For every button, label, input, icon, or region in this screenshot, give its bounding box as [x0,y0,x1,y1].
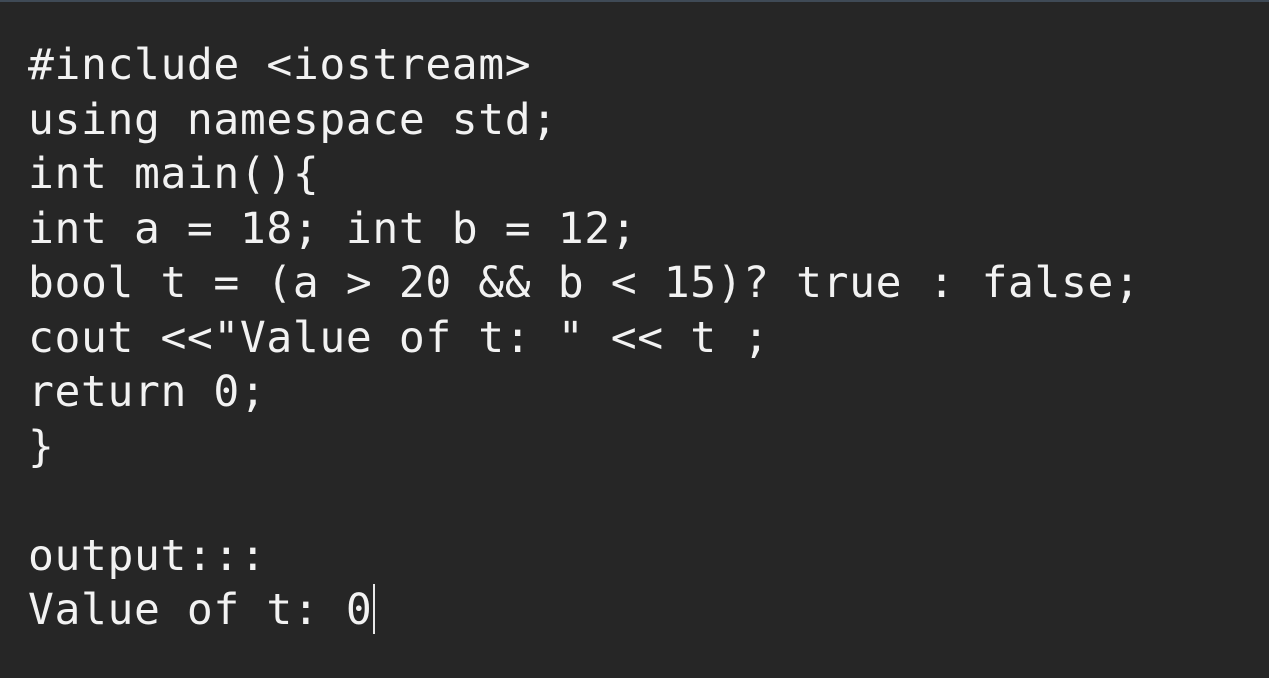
code-editor[interactable]: #include <iostream> using namespace std;… [0,0,1269,678]
code-line-2: using namespace std; [28,94,558,145]
code-line-7: return 0; [28,367,267,417]
code-line-5: bool t = (a > 20 && b < 15)? true : fals… [28,258,1141,308]
code-line-3: int main(){ [28,149,320,199]
code-line-1: #include <iostream> [28,40,532,90]
output-value-text: Value of t: 0 [28,585,373,635]
code-line-6: cout <<"Value of t: " << t ; [28,312,770,363]
code-line-8: } [28,421,55,472]
text-cursor [373,584,376,634]
code-text-area[interactable]: #include <iostream> using namespace std;… [28,38,1141,638]
output-value-line: Value of t: 0 [28,583,1141,638]
code-line-4: int a = 18; int b = 12; [28,203,638,254]
output-label-line: output::: [28,530,267,581]
